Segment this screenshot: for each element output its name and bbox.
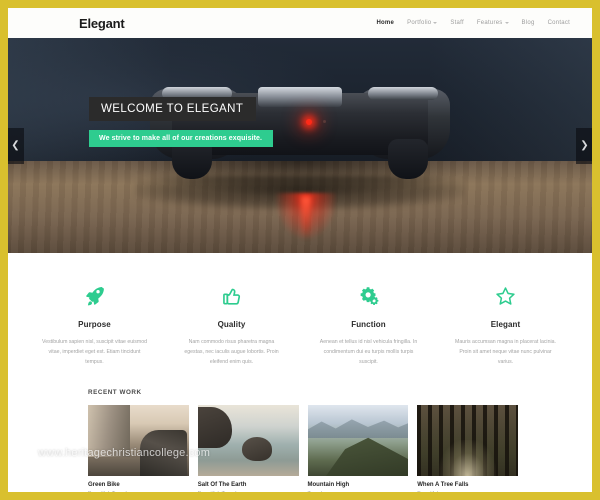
nav-item-blog[interactable]: Blog bbox=[522, 20, 535, 26]
feature-function: Function Aenean et tellus id nisl vehicu… bbox=[300, 283, 437, 367]
site-page: Elegant Home Portfolio Staff Features Bl… bbox=[8, 8, 592, 492]
main-navigation: Home Portfolio Staff Features Blog Conta… bbox=[376, 20, 570, 26]
gears-icon bbox=[316, 283, 421, 309]
chevron-right-icon: ❯ bbox=[580, 139, 589, 151]
feature-title: Purpose bbox=[78, 320, 111, 329]
hero-caption: WELCOME TO ELEGANT We strive to make all… bbox=[89, 97, 274, 147]
work-thumbnail-when-a-tree-falls[interactable] bbox=[417, 405, 518, 477]
controller-right-grip bbox=[388, 138, 428, 179]
work-thumbnail-green-bike[interactable] bbox=[88, 405, 189, 477]
feature-title: Function bbox=[351, 320, 386, 329]
chevron-down-icon bbox=[504, 22, 509, 24]
feature-text: Mauris accumsan magna in placerat lacini… bbox=[455, 339, 556, 366]
chevron-down-icon bbox=[433, 22, 438, 24]
slider-prev-button[interactable]: ❮ bbox=[8, 127, 24, 164]
hero-title: WELCOME TO ELEGANT bbox=[89, 97, 257, 121]
nav-item-contact[interactable]: Contact bbox=[548, 20, 570, 26]
section-heading: RECENT WORK bbox=[88, 389, 142, 397]
work-tags: Beautiful bbox=[417, 491, 518, 492]
hero-slider: WELCOME TO ELEGANT We strive to make all… bbox=[8, 38, 592, 253]
nav-label: Portfolio bbox=[407, 20, 432, 26]
work-title: Green Bike bbox=[88, 482, 120, 489]
nav-item-home[interactable]: Home bbox=[376, 20, 394, 26]
star-icon bbox=[453, 283, 558, 309]
work-item[interactable]: Salt Of The Earth Beautiful, Travel bbox=[197, 405, 299, 492]
controller-right-shoulder bbox=[368, 86, 438, 100]
work-title: Salt Of The Earth bbox=[197, 482, 247, 489]
work-item[interactable]: When A Tree Falls Beautiful bbox=[417, 405, 518, 492]
feature-title: Quality bbox=[217, 320, 246, 329]
work-grid: Green Bike Beautiful, Travel Salt Of The… bbox=[26, 405, 574, 492]
nav-label: Staff bbox=[450, 20, 464, 26]
feature-text: Nam commodo risus pharetra magna egestas… bbox=[184, 339, 279, 366]
work-item[interactable]: Green Bike Beautiful, Travel bbox=[88, 405, 189, 492]
nav-label: Home bbox=[376, 20, 395, 26]
work-thumbnail-salt-of-the-earth[interactable] bbox=[197, 405, 299, 477]
feature-quality: Quality Nam commodo risus pharetra magna… bbox=[163, 283, 300, 367]
recent-work-section: RECENT WORK Green Bike Beautiful, Travel… bbox=[8, 385, 592, 492]
hero-subtitle: We strive to make all of our creations e… bbox=[89, 130, 274, 147]
work-tags: Beautiful, Travel bbox=[198, 491, 299, 492]
nav-item-staff[interactable]: Staff bbox=[450, 20, 463, 26]
nav-label: Contact bbox=[547, 20, 570, 26]
nav-label: Features bbox=[476, 20, 503, 26]
work-tags: Travel bbox=[308, 491, 409, 492]
site-header: Elegant Home Portfolio Staff Features Bl… bbox=[8, 8, 592, 38]
thumbs-up-icon bbox=[179, 283, 284, 309]
features-section: Purpose Vestibulum sapien nisl, suscipit… bbox=[8, 253, 592, 386]
feature-elegant: Elegant Mauris accumsan magna in placera… bbox=[437, 283, 574, 367]
feature-text: Aenean et tellus id nisl vehicula fringi… bbox=[319, 339, 418, 366]
feature-title: Elegant bbox=[490, 320, 521, 329]
nav-item-features[interactable]: Features bbox=[477, 20, 509, 26]
nav-item-portfolio[interactable]: Portfolio bbox=[407, 20, 438, 26]
controller-led-reflection bbox=[301, 197, 311, 240]
work-title: Mountain High bbox=[307, 482, 350, 489]
work-item[interactable]: Mountain High Travel bbox=[307, 405, 409, 492]
feature-text: Vestibulum sapien nisl, suscipit vitae e… bbox=[42, 339, 147, 366]
rocket-icon bbox=[42, 283, 147, 309]
chevron-left-icon: ❮ bbox=[11, 139, 20, 151]
controller-led-icon bbox=[306, 118, 312, 125]
controller-led-secondary bbox=[322, 119, 326, 123]
work-thumbnail-mountain-high[interactable] bbox=[307, 405, 409, 477]
work-tags: Beautiful, Travel bbox=[88, 491, 189, 492]
work-title: When A Tree Falls bbox=[417, 482, 469, 489]
nav-label: Blog bbox=[521, 20, 535, 26]
site-logo[interactable]: Elegant bbox=[79, 16, 125, 31]
slider-next-button[interactable]: ❯ bbox=[576, 127, 592, 164]
feature-purpose: Purpose Vestibulum sapien nisl, suscipit… bbox=[26, 283, 163, 367]
